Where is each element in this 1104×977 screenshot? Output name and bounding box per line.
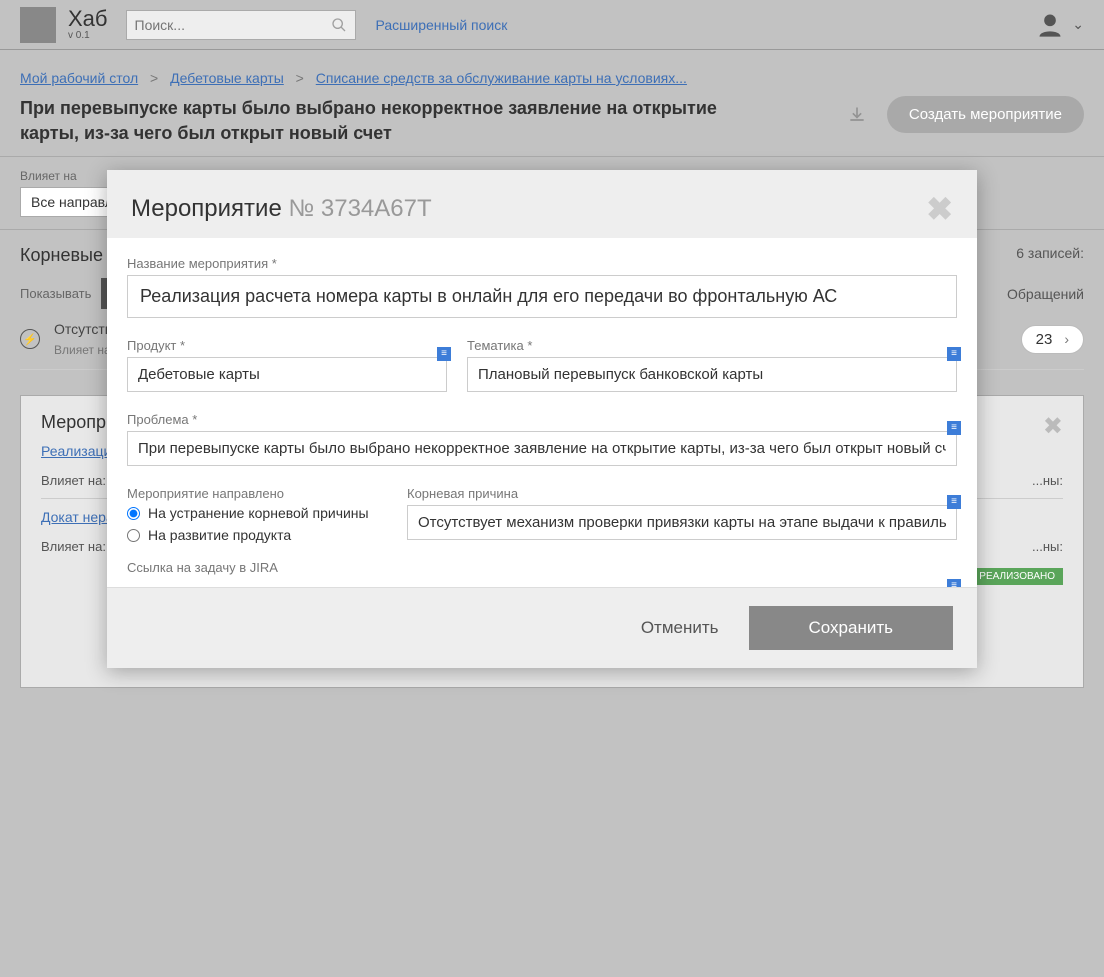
modal-footer: Отменить Сохранить: [107, 587, 977, 668]
radio-group-direction: На устранение корневой причины На развит…: [127, 505, 387, 543]
label-name: Название мероприятия *: [127, 256, 957, 271]
breadcrumb-item[interactable]: Мой рабочий стол: [20, 70, 138, 86]
radio-input[interactable]: [127, 507, 140, 520]
chevron-down-icon: ⌄: [1072, 16, 1084, 33]
input-product[interactable]: [127, 357, 447, 392]
search-box[interactable]: [126, 10, 356, 40]
save-button[interactable]: Сохранить: [749, 606, 953, 650]
picker-icon[interactable]: [437, 347, 451, 361]
title-actions: Создать мероприятие: [847, 96, 1084, 133]
picker-icon[interactable]: [947, 495, 961, 509]
flash-icon: ⚡: [20, 329, 40, 349]
picker-icon[interactable]: [947, 579, 961, 587]
input-topic[interactable]: [467, 357, 957, 392]
create-event-button[interactable]: Создать мероприятие: [887, 96, 1084, 133]
input-problem[interactable]: [127, 431, 957, 466]
label-direction: Мероприятие направлено: [127, 486, 387, 501]
page-title: При перевыпуске карты было выбрано некор…: [20, 96, 720, 146]
radio-label: На развитие продукта: [148, 527, 291, 543]
breadcrumb-item[interactable]: Дебетовые карты: [170, 70, 284, 86]
chevron-right-icon: ›: [1064, 331, 1069, 347]
advanced-search-link[interactable]: Расширенный поиск: [376, 17, 508, 33]
input-root-cause[interactable]: [407, 505, 957, 540]
modal-body: Название мероприятия * Продукт * Тематик…: [107, 238, 977, 587]
title-row: При перевыпуске карты было выбрано некор…: [20, 96, 1084, 146]
close-icon[interactable]: ✖: [926, 190, 953, 228]
breadcrumb: Мой рабочий стол > Дебетовые карты > Спи…: [20, 70, 1084, 86]
root-title: Корневые: [20, 245, 103, 265]
close-icon[interactable]: ✖: [1043, 412, 1063, 441]
cancel-button[interactable]: Отменить: [641, 618, 719, 638]
picker-icon[interactable]: [947, 347, 961, 361]
radio-product-dev[interactable]: На развитие продукта: [127, 527, 387, 543]
breadcrumb-sep: >: [296, 70, 304, 86]
app-header: Хаб v 0.1 Расширенный поиск ⌄: [0, 0, 1104, 50]
page-top: Мой рабочий стол > Дебетовые карты > Спи…: [0, 50, 1104, 157]
radio-root-cause[interactable]: На устранение корневой причины: [127, 505, 387, 521]
links-label: ...ны:: [1032, 539, 1063, 554]
modal-title-prefix: Мероприятие: [131, 195, 288, 222]
label-root-cause: Корневая причина: [407, 486, 957, 501]
label-topic: Тематика *: [467, 338, 957, 353]
radio-input[interactable]: [127, 529, 140, 542]
records-count: 6 записей:: [1016, 245, 1084, 261]
event-modal: Мероприятие № 3734A67T ✖ Название меропр…: [107, 170, 977, 668]
affect-label: Влияет на:: [41, 539, 106, 554]
breadcrumb-sep: >: [150, 70, 158, 86]
label-product: Продукт *: [127, 338, 447, 353]
count-pill[interactable]: 23 ›: [1021, 325, 1084, 354]
logo-icon: [20, 7, 56, 43]
col-header-requests: Обращений: [1007, 286, 1084, 302]
modal-title: Мероприятие № 3734A67T: [131, 195, 432, 223]
search-icon: [331, 17, 347, 33]
modal-header: Мероприятие № 3734A67T ✖: [107, 170, 977, 238]
app-name: Хаб: [68, 8, 108, 30]
user-icon: [1036, 11, 1064, 39]
status-badge: РЕАЛИЗОВАНО: [971, 568, 1063, 585]
app-version: v 0.1: [68, 30, 108, 41]
links-label: ...ны:: [1032, 473, 1063, 488]
picker-icon[interactable]: [947, 421, 961, 435]
user-menu[interactable]: ⌄: [1036, 11, 1084, 39]
show-label: Показывать: [20, 286, 91, 301]
radio-label: На устранение корневой причины: [148, 505, 369, 521]
affect-label: Влияет на:: [41, 473, 106, 488]
modal-title-number: № 3734A67T: [288, 195, 431, 222]
input-name[interactable]: [127, 275, 957, 318]
label-problem: Проблема *: [127, 412, 957, 427]
logo-block: Хаб v 0.1: [68, 8, 108, 41]
label-jira: Ссылка на задачу в JIRA: [127, 560, 957, 575]
download-icon[interactable]: [847, 105, 867, 125]
search-input[interactable]: [135, 17, 331, 33]
breadcrumb-item[interactable]: Списание средств за обслуживание карты н…: [316, 70, 687, 86]
count-value: 23: [1036, 331, 1053, 348]
